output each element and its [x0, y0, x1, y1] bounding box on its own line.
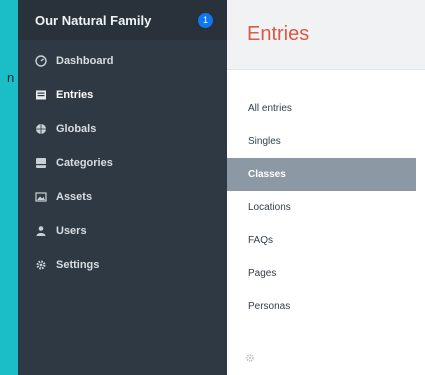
section-item-faqs[interactable]: FAQs [227, 224, 416, 257]
users-icon [35, 225, 47, 237]
app-window: Our Natural Family 1 Dashboard Entries G… [18, 0, 425, 375]
dashboard-icon [35, 55, 47, 67]
sidebar-item-assets[interactable]: Assets [18, 180, 227, 214]
section-item-classes[interactable]: Classes [227, 158, 416, 191]
categories-icon [35, 157, 47, 169]
sidebar-item-label: Assets [56, 191, 93, 203]
globe-icon [35, 123, 47, 135]
sidebar-item-label: Users [56, 225, 87, 237]
section-item-personas[interactable]: Personas [227, 290, 416, 323]
sidebar-item-entries[interactable]: Entries [18, 78, 227, 112]
sidebar-item-label: Settings [56, 259, 100, 271]
sidebar-item-dashboard[interactable]: Dashboard [18, 44, 227, 78]
gear-icon [35, 259, 47, 271]
sidebar-item-settings[interactable]: Settings [18, 248, 227, 282]
page-header: Entries [227, 0, 425, 70]
sidebar-item-label: Dashboard [56, 55, 114, 67]
sidebar-item-categories[interactable]: Categories [18, 146, 227, 180]
section-item-all-entries[interactable]: All entries [227, 92, 416, 125]
site-header[interactable]: Our Natural Family 1 [18, 0, 227, 40]
sidebar-nav: Dashboard Entries Globals Categories Ass… [18, 40, 227, 282]
sidebar-item-label: Categories [56, 157, 113, 169]
sidebar-item-users[interactable]: Users [18, 214, 227, 248]
sidebar-item-label: Globals [56, 123, 97, 135]
sidebar-item-globals[interactable]: Globals [18, 112, 227, 146]
entry-sections-list: All entries Singles Classes Locations FA… [227, 92, 416, 323]
notification-badge[interactable]: 1 [198, 12, 213, 28]
section-settings-gear-icon[interactable] [245, 350, 255, 362]
section-item-locations[interactable]: Locations [227, 191, 416, 224]
section-item-singles[interactable]: Singles [227, 125, 416, 158]
sidebar: Our Natural Family 1 Dashboard Entries G… [18, 0, 227, 375]
site-name[interactable]: Our Natural Family [35, 13, 151, 28]
entries-icon [35, 89, 47, 101]
edge-text: n [7, 70, 15, 85]
sidebar-item-label: Entries [56, 89, 94, 101]
assets-icon [35, 191, 47, 203]
main-content: Entries All entries Singles Classes Loca… [227, 0, 425, 375]
page-title: Entries [247, 23, 310, 45]
section-item-pages[interactable]: Pages [227, 257, 416, 290]
